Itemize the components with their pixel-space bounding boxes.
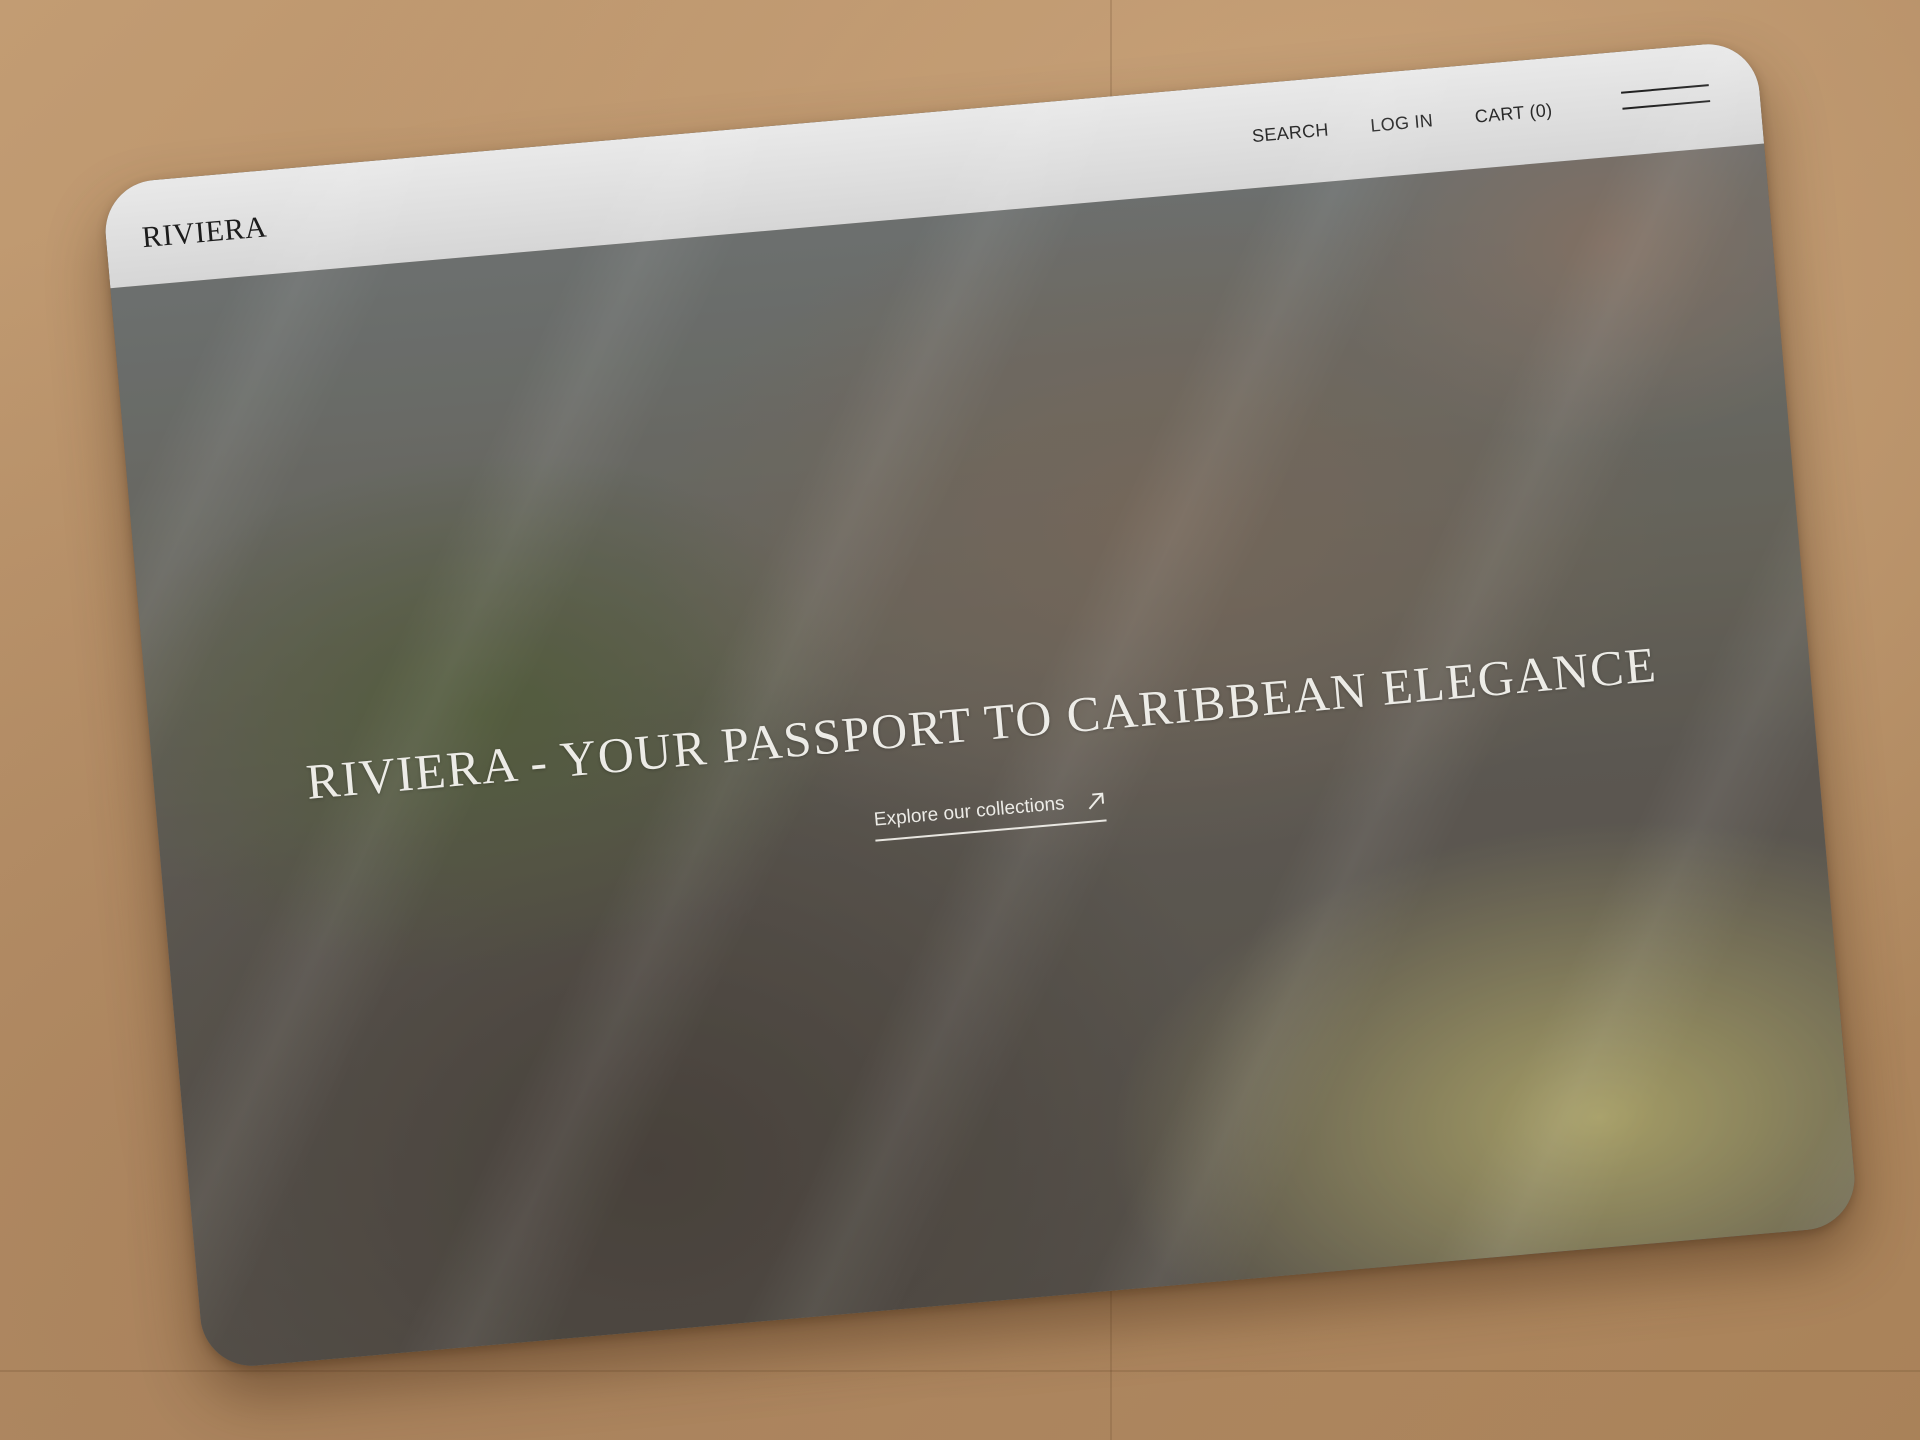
cta-label: Explore our collections [873,793,1066,831]
arrow-up-right-icon [1086,792,1106,812]
login-link[interactable]: LOG IN [1370,110,1434,136]
cart-link[interactable]: CART (0) [1474,100,1553,128]
menu-line [1620,84,1709,94]
search-link[interactable]: SEARCH [1251,119,1329,147]
browser-window: RIVIERA SEARCH LOG IN CART (0) RIVIERA -… [101,39,1859,1371]
nav-links: SEARCH LOG IN CART (0) [1251,100,1553,147]
menu-line [1622,100,1711,110]
brand-logo[interactable]: RIVIERA [141,210,269,255]
hamburger-menu-icon[interactable] [1620,78,1711,116]
hero-section: RIVIERA - YOUR PASSPORT TO CARIBBEAN ELE… [110,143,1859,1371]
paper-fold-horizontal [0,1370,1920,1372]
